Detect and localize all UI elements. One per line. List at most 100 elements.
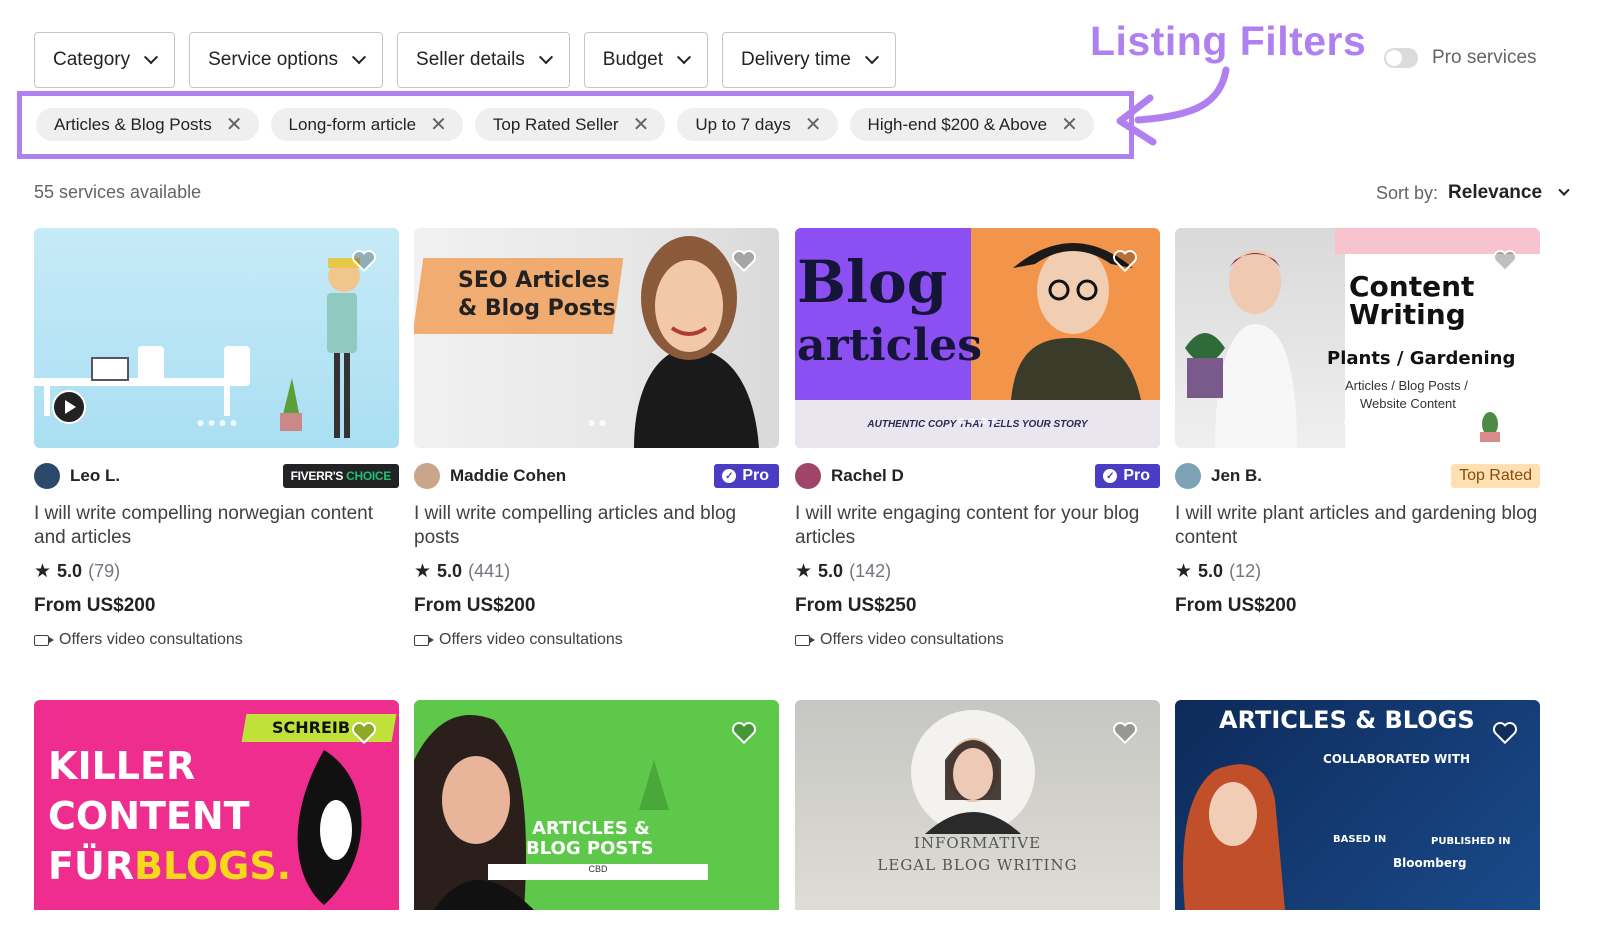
check-icon: ✓ [1103,469,1118,483]
toggle-switch[interactable] [1384,48,1418,68]
chevron-down-icon [538,50,553,65]
budget-filter-button[interactable]: Budget [583,32,709,88]
video-consultation: Offers video consultations [34,631,399,649]
avatar[interactable] [34,463,60,489]
gig-card[interactable]: ARTICLES & BLOGS COLLABORATED WITH BASED… [1175,700,1540,910]
annotation-label: Listing Filters [1090,18,1367,64]
gig-thumbnail[interactable] [34,228,399,448]
star-icon: ★ [414,561,432,582]
chevron-down-icon [351,50,367,65]
heart-icon[interactable] [351,248,377,274]
chevron-down-icon [1558,184,1570,196]
seller-photo [911,710,1035,834]
video-camera-icon [414,634,434,646]
close-icon[interactable]: ✕ [805,115,822,135]
seller-photo [1183,764,1285,910]
rating: ★ 5.0 (142) [795,561,892,582]
heart-icon[interactable] [731,248,757,274]
filter-chip[interactable]: Long-form article ✕ [270,108,463,141]
avatar[interactable] [795,463,821,489]
video-consultation: Offers video consultations [414,631,779,649]
gig-thumbnail[interactable]: ARTICLES & BLOG POSTS CBD [414,700,779,910]
orca-illustration [297,750,362,905]
seller-name[interactable]: Maddie Cohen [414,463,566,489]
sort-dropdown[interactable]: Sort by: Relevance [1376,182,1570,204]
close-icon[interactable]: ✕ [1061,115,1078,135]
rating: ★ 5.0 (79) [34,561,121,582]
gig-card[interactable]: SEO Articles & Blog Posts Maddie Cohen ✓… [414,228,779,649]
top-rated-badge: Top Rated [1451,464,1540,488]
price: From US$250 [795,595,917,616]
service-options-filter-button[interactable]: Service options [189,32,384,88]
heart-icon[interactable] [351,720,377,746]
pro-badge: ✓ Pro [714,464,779,488]
gig-card[interactable]: Blog articles AUTHENTIC COPY THAT TELLS … [795,228,1160,649]
carousel-dots [588,420,605,426]
seller-photo [1185,250,1297,448]
heart-icon[interactable] [1112,720,1138,746]
heart-icon[interactable] [1112,248,1138,274]
price: From US$200 [34,595,156,616]
fiverrs-choice-badge: FIVERR'S CHOICE [282,464,399,488]
results-count: 55 services available [34,182,202,202]
seller-name[interactable]: Leo L. [34,463,120,489]
heart-icon[interactable] [1492,248,1518,274]
video-camera-icon [34,634,54,646]
video-camera-icon [795,634,815,646]
gig-card[interactable]: ARTICLES & BLOG POSTS CBD [414,700,779,910]
gig-title[interactable]: I will write plant articles and gardenin… [1175,502,1540,550]
gig-thumbnail[interactable]: ARTICLES & BLOGS COLLABORATED WITH BASED… [1175,700,1540,910]
close-icon[interactable]: ✕ [226,115,243,135]
filter-bar: Category Service options Seller details … [34,32,896,88]
chevron-down-icon [144,50,159,65]
chevron-down-icon [676,50,692,65]
gig-title[interactable]: I will write compelling articles and blo… [414,502,779,550]
delivery-time-filter-button[interactable]: Delivery time [722,32,896,88]
price: From US$200 [414,595,536,616]
filter-chip[interactable]: Top Rated Seller ✕ [474,108,666,141]
gig-thumbnail[interactable]: SCHREIB KILLER CONTENT FÜR BLOGS. [34,700,399,910]
gig-title[interactable]: I will write engaging content for your b… [795,502,1160,550]
close-icon[interactable]: ✕ [633,115,650,135]
gig-thumbnail[interactable]: Content Writing Plants / Gardening Artic… [1175,228,1540,448]
avatar[interactable] [1175,463,1201,489]
pro-services-toggle[interactable]: Pro services [1384,47,1537,69]
star-icon: ★ [1175,561,1193,582]
chevron-down-icon [864,50,879,65]
office-illustration [34,258,360,438]
gig-title[interactable]: I will write compelling norwegian conten… [34,502,399,550]
star-icon: ★ [795,561,813,582]
gig-thumbnail[interactable]: Blog articles AUTHENTIC COPY THAT TELLS … [795,228,1160,448]
gig-card[interactable]: Leo L. FIVERR'S CHOICE I will write comp… [34,228,399,649]
pro-badge: ✓ Pro [1095,464,1160,488]
avatar[interactable] [414,463,440,489]
gig-card[interactable]: INFORMATIVE LEGAL BLOG WRITING [795,700,1160,910]
star-icon: ★ [34,561,52,582]
gig-thumbnail[interactable]: SEO Articles & Blog Posts [414,228,779,448]
tagline-bar: AUTHENTIC COPY THAT TELLS YOUR STORY [795,400,1160,448]
filter-chip[interactable]: Articles & Blog Posts ✕ [36,108,259,141]
carousel-dots [197,420,236,426]
play-icon[interactable] [52,390,86,424]
gig-thumbnail[interactable]: INFORMATIVE LEGAL BLOG WRITING [795,700,1160,910]
filter-chip[interactable]: Up to 7 days ✕ [677,108,838,141]
rating: ★ 5.0 (12) [1175,561,1262,582]
cactus-illustration [1480,412,1500,442]
seller-details-filter-button[interactable]: Seller details [397,32,570,88]
carousel-dots [1343,420,1372,426]
rating: ★ 5.0 (441) [414,561,511,582]
gig-card[interactable]: SCHREIB KILLER CONTENT FÜR BLOGS. [34,700,399,910]
seller-name[interactable]: Jen B. [1175,463,1262,489]
category-filter-button[interactable]: Category [34,32,176,88]
active-filters: Articles & Blog Posts ✕ Long-form article… [36,108,1094,141]
close-icon[interactable]: ✕ [430,115,447,135]
seller-name[interactable]: Rachel D [795,463,904,489]
video-consultation: Offers video consultations [795,631,1160,649]
filter-chip[interactable]: High-end $200 & Above ✕ [849,108,1094,141]
price: From US$200 [1175,595,1297,616]
heart-icon[interactable] [1492,720,1518,746]
carousel-dots [958,418,997,424]
heart-icon[interactable] [731,720,757,746]
check-icon: ✓ [722,469,737,483]
gig-card[interactable]: Content Writing Plants / Gardening Artic… [1175,228,1540,617]
